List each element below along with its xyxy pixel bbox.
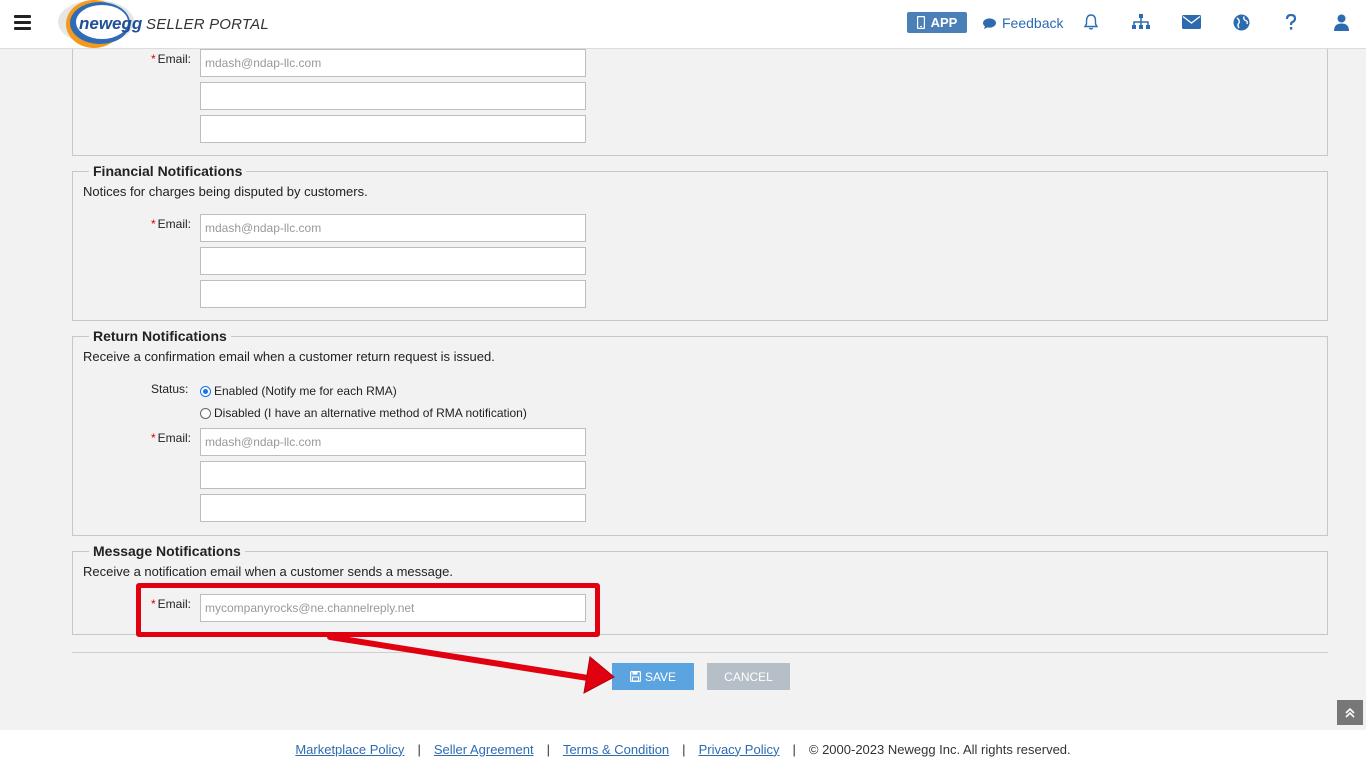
email-label: * Email:	[151, 217, 192, 231]
svg-text:newegg: newegg	[79, 14, 143, 33]
page-footer: Marketplace Policy | Seller Agreement | …	[0, 730, 1366, 768]
terms-condition-link[interactable]: Terms & Condition	[563, 742, 669, 757]
return-email-input[interactable]	[200, 428, 586, 456]
email-label: * Email:	[151, 431, 192, 445]
radio-enabled[interactable]	[200, 385, 211, 397]
section-title: Return Notifications	[89, 328, 231, 344]
disabled-label: Disabled (I have an alternative method o…	[214, 406, 527, 420]
scroll-to-top-button[interactable]	[1337, 700, 1363, 725]
envelope-icon[interactable]	[1181, 12, 1201, 32]
feedback-link[interactable]: Feedback	[983, 15, 1063, 31]
marketplace-policy-link[interactable]: Marketplace Policy	[295, 742, 404, 757]
footer-separator: |	[417, 741, 421, 757]
cancel-label: CANCEL	[724, 669, 773, 684]
menu-icon[interactable]	[14, 15, 31, 30]
email-label: * Email:	[151, 52, 192, 66]
save-label: SAVE	[644, 669, 677, 684]
app-button[interactable]: APP	[907, 12, 967, 33]
annotation-highlight-box	[136, 583, 600, 637]
section-description: Receive a confirmation email when a cust…	[83, 349, 495, 364]
question-icon[interactable]	[1281, 12, 1301, 32]
app-label: APP	[930, 15, 958, 30]
sitemap-icon[interactable]	[1131, 12, 1151, 32]
footer-separator: |	[682, 741, 686, 757]
top-notifications-section: * Email:	[72, 34, 1328, 156]
financial-email-input-3[interactable]	[200, 280, 586, 308]
form-divider	[72, 652, 1328, 653]
comment-icon	[983, 17, 996, 29]
section-title: Message Notifications	[89, 543, 245, 559]
radio-disabled[interactable]	[200, 407, 211, 419]
section-title: Financial Notifications	[89, 163, 247, 179]
return-email-input-3[interactable]	[200, 494, 586, 522]
footer-separator: |	[546, 741, 550, 757]
status-disabled-option[interactable]: Disabled (I have an alternative method o…	[200, 406, 527, 420]
top-email-input[interactable]	[200, 49, 586, 77]
top-navigation-bar: newegg SELLER PORTAL APP Feedback	[0, 0, 1366, 49]
status-enabled-option[interactable]: Enabled (Notify me for each RMA)	[200, 384, 397, 398]
section-description: Notices for charges being disputed by cu…	[83, 184, 368, 199]
top-email-input-2[interactable]	[200, 82, 586, 110]
privacy-policy-link[interactable]: Privacy Policy	[699, 742, 780, 757]
footer-separator: |	[792, 741, 796, 757]
bell-icon[interactable]	[1081, 12, 1101, 32]
double-chevron-up-icon	[1345, 707, 1355, 718]
floppy-disk-icon	[629, 671, 641, 682]
save-button[interactable]: SAVE	[612, 663, 694, 690]
financial-email-input-2[interactable]	[200, 247, 586, 275]
enabled-label: Enabled (Notify me for each RMA)	[214, 384, 397, 398]
status-label: Status:	[151, 382, 189, 396]
top-email-input-3[interactable]	[200, 115, 586, 143]
copyright-text: © 2000-2023 Newegg Inc. All rights reser…	[808, 741, 1071, 757]
globe-icon[interactable]	[1231, 12, 1251, 32]
seller-agreement-link[interactable]: Seller Agreement	[434, 742, 534, 757]
cancel-button[interactable]: CANCEL	[707, 663, 790, 690]
financial-notifications-section: Financial Notifications Notices for char…	[72, 163, 1328, 321]
mobile-icon	[916, 16, 925, 29]
return-notifications-section: Return Notifications Receive a confirmat…	[72, 328, 1328, 536]
seller-portal-title: SELLER PORTAL	[146, 16, 269, 33]
section-description: Receive a notification email when a cust…	[83, 564, 453, 579]
financial-email-input[interactable]	[200, 214, 586, 242]
user-icon[interactable]	[1331, 12, 1351, 32]
feedback-label: Feedback	[1002, 15, 1064, 31]
return-email-input-2[interactable]	[200, 461, 586, 489]
